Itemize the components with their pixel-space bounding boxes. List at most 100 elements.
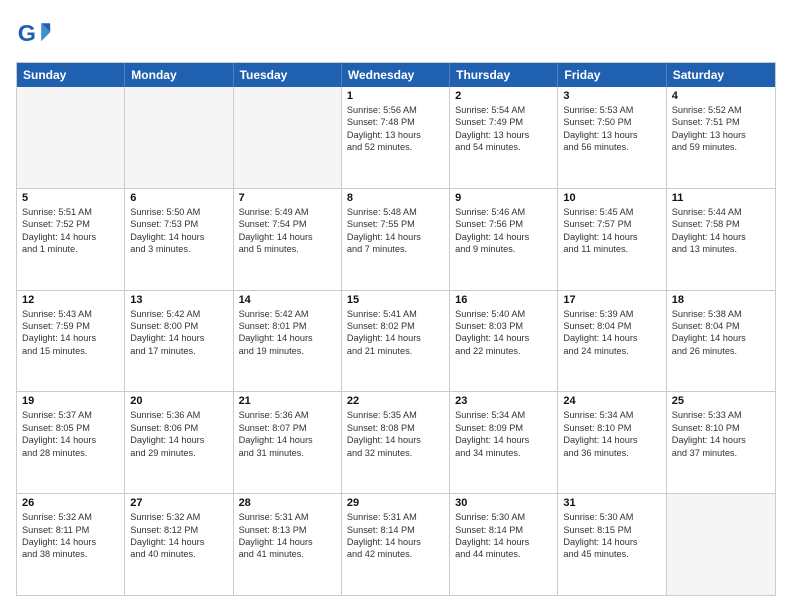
weekday-header-tuesday: Tuesday <box>234 63 342 87</box>
page: G SundayMondayTuesdayWednesdayThursdayFr… <box>0 0 792 612</box>
day-info: Sunrise: 5:31 AM Sunset: 8:14 PM Dayligh… <box>347 511 444 561</box>
day-number: 18 <box>672 294 770 306</box>
calendar-cell-day-21: 21 Sunrise: 5:36 AM Sunset: 8:07 PM Dayli… <box>234 392 342 493</box>
calendar-cell-day-10: 10 Sunrise: 5:45 AM Sunset: 7:57 PM Dayli… <box>558 189 666 290</box>
calendar-cell-day-31: 31 Sunrise: 5:30 AM Sunset: 8:15 PM Dayli… <box>558 494 666 595</box>
calendar-cell-day-24: 24Sunrise: 5:34 AM Sunset: 8:10 PM Dayli… <box>558 392 666 493</box>
day-number: 15 <box>347 294 444 306</box>
calendar-cell-day-25: 25 Sunrise: 5:33 AM Sunset: 8:10 PM Dayli… <box>667 392 775 493</box>
day-number: 24 <box>563 395 660 407</box>
calendar: SundayMondayTuesdayWednesdayThursdayFrid… <box>16 62 776 596</box>
day-info: Sunrise: 5:42 AM Sunset: 8:00 PM Dayligh… <box>130 308 227 358</box>
calendar-cell-day-27: 27 Sunrise: 5:32 AM Sunset: 8:12 PM Dayli… <box>125 494 233 595</box>
day-number: 28 <box>239 497 336 509</box>
day-number: 17 <box>563 294 660 306</box>
day-info: Sunrise: 5:43 AM Sunset: 7:59 PM Dayligh… <box>22 308 119 358</box>
calendar-cell-day-28: 28Sunrise: 5:31 AM Sunset: 8:13 PM Dayli… <box>234 494 342 595</box>
calendar-cell-day-23: 23 Sunrise: 5:34 AM Sunset: 8:09 PM Dayli… <box>450 392 558 493</box>
header: G <box>16 16 776 52</box>
day-info: Sunrise: 5:33 AM Sunset: 8:10 PM Dayligh… <box>672 409 770 459</box>
calendar-cell-day-16: 16Sunrise: 5:40 AM Sunset: 8:03 PM Dayli… <box>450 291 558 392</box>
day-info: Sunrise: 5:35 AM Sunset: 8:08 PM Dayligh… <box>347 409 444 459</box>
calendar-cell-day-5: 5Sunrise: 5:51 AM Sunset: 7:52 PM Daylig… <box>17 189 125 290</box>
calendar-cell-day-3: 3Sunrise: 5:53 AM Sunset: 7:50 PM Daylig… <box>558 87 666 188</box>
day-info: Sunrise: 5:37 AM Sunset: 8:05 PM Dayligh… <box>22 409 119 459</box>
calendar-cell-day-4: 4 Sunrise: 5:52 AM Sunset: 7:51 PM Daylig… <box>667 87 775 188</box>
calendar-cell-day-1: 1Sunrise: 5:56 AM Sunset: 7:48 PM Daylig… <box>342 87 450 188</box>
day-info: Sunrise: 5:36 AM Sunset: 8:07 PM Dayligh… <box>239 409 336 459</box>
weekday-header-saturday: Saturday <box>667 63 775 87</box>
weekday-header-thursday: Thursday <box>450 63 558 87</box>
calendar-row-5: 26 Sunrise: 5:32 AM Sunset: 8:11 PM Dayli… <box>17 493 775 595</box>
calendar-header: SundayMondayTuesdayWednesdayThursdayFrid… <box>17 63 775 87</box>
weekday-header-monday: Monday <box>125 63 233 87</box>
calendar-cell-day-29: 29Sunrise: 5:31 AM Sunset: 8:14 PM Dayli… <box>342 494 450 595</box>
day-number: 12 <box>22 294 119 306</box>
day-number: 26 <box>22 497 119 509</box>
day-info: Sunrise: 5:42 AM Sunset: 8:01 PM Dayligh… <box>239 308 336 358</box>
day-number: 22 <box>347 395 444 407</box>
day-info: Sunrise: 5:32 AM Sunset: 8:12 PM Dayligh… <box>130 511 227 561</box>
day-info: Sunrise: 5:36 AM Sunset: 8:06 PM Dayligh… <box>130 409 227 459</box>
calendar-cell-empty <box>667 494 775 595</box>
calendar-cell-day-12: 12 Sunrise: 5:43 AM Sunset: 7:59 PM Dayli… <box>17 291 125 392</box>
day-number: 6 <box>130 192 227 204</box>
calendar-cell-day-2: 2Sunrise: 5:54 AM Sunset: 7:49 PM Daylig… <box>450 87 558 188</box>
day-info: Sunrise: 5:52 AM Sunset: 7:51 PM Dayligh… <box>672 104 770 154</box>
day-info: Sunrise: 5:44 AM Sunset: 7:58 PM Dayligh… <box>672 206 770 256</box>
calendar-cell-day-17: 17 Sunrise: 5:39 AM Sunset: 8:04 PM Dayli… <box>558 291 666 392</box>
day-number: 19 <box>22 395 119 407</box>
day-number: 7 <box>239 192 336 204</box>
day-number: 23 <box>455 395 552 407</box>
day-number: 2 <box>455 90 552 102</box>
day-info: Sunrise: 5:30 AM Sunset: 8:15 PM Dayligh… <box>563 511 660 561</box>
calendar-row-1: 1Sunrise: 5:56 AM Sunset: 7:48 PM Daylig… <box>17 87 775 188</box>
calendar-cell-day-15: 15 Sunrise: 5:41 AM Sunset: 8:02 PM Dayli… <box>342 291 450 392</box>
day-number: 25 <box>672 395 770 407</box>
day-info: Sunrise: 5:48 AM Sunset: 7:55 PM Dayligh… <box>347 206 444 256</box>
calendar-cell-day-9: 9Sunrise: 5:46 AM Sunset: 7:56 PM Daylig… <box>450 189 558 290</box>
day-number: 4 <box>672 90 770 102</box>
day-info: Sunrise: 5:34 AM Sunset: 8:09 PM Dayligh… <box>455 409 552 459</box>
calendar-cell-day-26: 26 Sunrise: 5:32 AM Sunset: 8:11 PM Dayli… <box>17 494 125 595</box>
calendar-cell-day-30: 30Sunrise: 5:30 AM Sunset: 8:14 PM Dayli… <box>450 494 558 595</box>
day-info: Sunrise: 5:39 AM Sunset: 8:04 PM Dayligh… <box>563 308 660 358</box>
logo-icon: G <box>16 16 52 52</box>
day-info: Sunrise: 5:56 AM Sunset: 7:48 PM Dayligh… <box>347 104 444 154</box>
day-info: Sunrise: 5:53 AM Sunset: 7:50 PM Dayligh… <box>563 104 660 154</box>
day-info: Sunrise: 5:40 AM Sunset: 8:03 PM Dayligh… <box>455 308 552 358</box>
day-number: 10 <box>563 192 660 204</box>
day-info: Sunrise: 5:30 AM Sunset: 8:14 PM Dayligh… <box>455 511 552 561</box>
calendar-cell-day-19: 19 Sunrise: 5:37 AM Sunset: 8:05 PM Dayli… <box>17 392 125 493</box>
day-number: 9 <box>455 192 552 204</box>
day-number: 5 <box>22 192 119 204</box>
logo: G <box>16 16 56 52</box>
day-number: 13 <box>130 294 227 306</box>
day-number: 31 <box>563 497 660 509</box>
day-info: Sunrise: 5:49 AM Sunset: 7:54 PM Dayligh… <box>239 206 336 256</box>
calendar-row-4: 19 Sunrise: 5:37 AM Sunset: 8:05 PM Dayli… <box>17 391 775 493</box>
day-number: 27 <box>130 497 227 509</box>
calendar-cell-day-8: 8 Sunrise: 5:48 AM Sunset: 7:55 PM Daylig… <box>342 189 450 290</box>
svg-text:G: G <box>18 20 36 46</box>
calendar-row-3: 12 Sunrise: 5:43 AM Sunset: 7:59 PM Dayli… <box>17 290 775 392</box>
day-number: 21 <box>239 395 336 407</box>
day-number: 20 <box>130 395 227 407</box>
day-info: Sunrise: 5:32 AM Sunset: 8:11 PM Dayligh… <box>22 511 119 561</box>
calendar-cell-empty <box>17 87 125 188</box>
day-info: Sunrise: 5:45 AM Sunset: 7:57 PM Dayligh… <box>563 206 660 256</box>
calendar-cell-empty <box>234 87 342 188</box>
calendar-cell-day-18: 18 Sunrise: 5:38 AM Sunset: 8:04 PM Dayli… <box>667 291 775 392</box>
calendar-cell-day-11: 11Sunrise: 5:44 AM Sunset: 7:58 PM Dayli… <box>667 189 775 290</box>
day-info: Sunrise: 5:50 AM Sunset: 7:53 PM Dayligh… <box>130 206 227 256</box>
calendar-cell-day-20: 20 Sunrise: 5:36 AM Sunset: 8:06 PM Dayli… <box>125 392 233 493</box>
calendar-cell-day-22: 22 Sunrise: 5:35 AM Sunset: 8:08 PM Dayli… <box>342 392 450 493</box>
calendar-cell-empty <box>125 87 233 188</box>
day-number: 8 <box>347 192 444 204</box>
calendar-cell-day-7: 7 Sunrise: 5:49 AM Sunset: 7:54 PM Daylig… <box>234 189 342 290</box>
day-info: Sunrise: 5:38 AM Sunset: 8:04 PM Dayligh… <box>672 308 770 358</box>
day-number: 14 <box>239 294 336 306</box>
calendar-body: 1Sunrise: 5:56 AM Sunset: 7:48 PM Daylig… <box>17 87 775 595</box>
day-info: Sunrise: 5:41 AM Sunset: 8:02 PM Dayligh… <box>347 308 444 358</box>
calendar-cell-day-13: 13 Sunrise: 5:42 AM Sunset: 8:00 PM Dayli… <box>125 291 233 392</box>
